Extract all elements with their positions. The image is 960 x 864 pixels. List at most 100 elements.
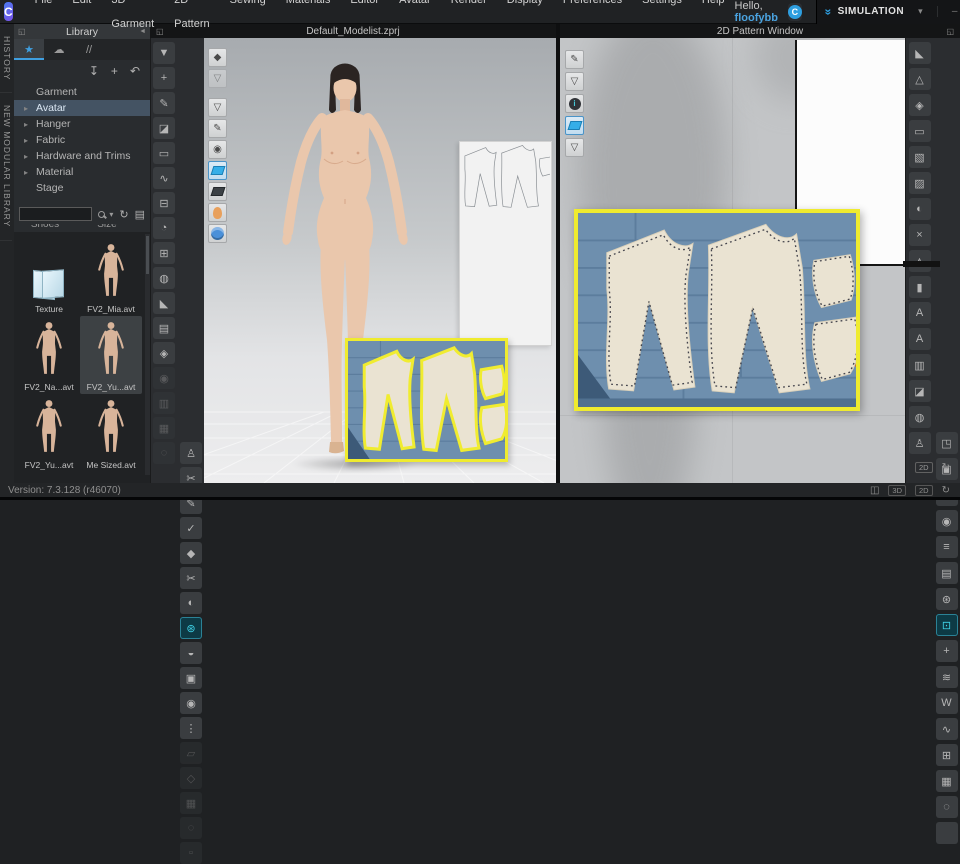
- tool-button[interactable]: ▱: [180, 742, 202, 764]
- show-fabric-icon[interactable]: [208, 161, 227, 180]
- minimize-button[interactable]: –: [948, 6, 960, 17]
- garment-surface-icon[interactable]: ▽: [208, 98, 227, 117]
- menu-item[interactable]: Render: [441, 0, 497, 36]
- menu-item[interactable]: Edit: [62, 0, 101, 36]
- tool-button[interactable]: ◌: [180, 817, 202, 839]
- tool-button[interactable]: ⋮: [180, 717, 202, 739]
- show-avatar-icon[interactable]: ◉: [208, 140, 227, 159]
- tool-button[interactable]: ⊛: [935, 588, 958, 610]
- library-thumbnail[interactable]: FV2_Mia.avt: [80, 238, 142, 316]
- tool-button[interactable]: ⊞: [935, 744, 958, 766]
- tool-button[interactable]: ▧: [908, 146, 931, 168]
- fabric-dark-icon[interactable]: [208, 182, 227, 201]
- tool-button[interactable]: ▦: [935, 770, 958, 792]
- tool-button[interactable]: ⊡: [935, 614, 958, 636]
- tool-button[interactable]: ▤: [153, 317, 175, 339]
- menu-item[interactable]: Avatar: [389, 0, 441, 36]
- tool-button[interactable]: ◒: [180, 642, 202, 664]
- tool-button[interactable]: ▭: [153, 142, 175, 164]
- tool-button[interactable]: ◉: [153, 367, 175, 389]
- menu-item[interactable]: Materials: [276, 0, 341, 36]
- tool-button[interactable]: ◐: [908, 198, 931, 220]
- tool-button[interactable]: ◳: [935, 432, 958, 454]
- tool-button[interactable]: ▫: [180, 842, 202, 864]
- refresh-icon[interactable]: ↻: [942, 485, 950, 496]
- popout-icon[interactable]: ◱: [946, 27, 954, 36]
- menu-item[interactable]: File: [25, 0, 63, 36]
- tool-button[interactable]: ◉: [180, 692, 202, 714]
- library-tab[interactable]: //: [74, 39, 104, 60]
- username[interactable]: floofybb: [735, 12, 778, 24]
- menu-item[interactable]: 3D Garment: [101, 0, 164, 36]
- tool-button[interactable]: ◈: [153, 342, 175, 364]
- library-tree-item[interactable]: ▸ Hanger: [14, 116, 150, 132]
- pattern-2d-canvas[interactable]: ✎ ▽ i ▽: [560, 38, 905, 483]
- tool-button[interactable]: ▤: [935, 562, 958, 584]
- dock-tab[interactable]: NEW MODULAR LIBRARY: [0, 93, 12, 241]
- menu-item[interactable]: 2D Pattern: [164, 0, 219, 36]
- tool-button[interactable]: ◆: [180, 542, 202, 564]
- tool-button[interactable]: ∿: [935, 718, 958, 740]
- search-icon[interactable]: [98, 210, 106, 218]
- refresh-icon[interactable]: ↻: [119, 208, 128, 221]
- menu-item[interactable]: Editor: [340, 0, 389, 36]
- tool-button[interactable]: ⊞: [153, 242, 175, 264]
- library-thumbnail[interactable]: Texture: [18, 238, 80, 316]
- tool-button[interactable]: ◈: [908, 94, 931, 116]
- show-fabric-2d-icon[interactable]: [565, 116, 584, 135]
- tool-button[interactable]: ▭: [908, 120, 931, 142]
- menu-item[interactable]: Sewing: [220, 0, 276, 36]
- search-options-caret[interactable]: ▾: [109, 210, 113, 219]
- tool-button[interactable]: ▥: [153, 392, 175, 414]
- tool-button[interactable]: ◌: [935, 796, 958, 818]
- tool-button[interactable]: ▨: [908, 172, 931, 194]
- tool-button[interactable]: W: [935, 692, 958, 714]
- split-view-icon[interactable]: ◫: [870, 485, 879, 496]
- avatar-head-icon[interactable]: [208, 203, 227, 222]
- tool-button[interactable]: ◌: [153, 442, 175, 464]
- library-tree-item[interactable]: Garment: [14, 84, 150, 100]
- show-garment-icon[interactable]: ▽: [208, 69, 227, 88]
- simulation-dropdown-caret[interactable]: ▾: [918, 6, 923, 17]
- view-3d-button[interactable]: 3D: [888, 484, 907, 496]
- library-tree-item[interactable]: ▸ Fabric: [14, 132, 150, 148]
- dock-tab[interactable]: HISTORY: [0, 24, 12, 94]
- tool-button[interactable]: +: [935, 640, 958, 662]
- tool-button[interactable]: ♙: [908, 432, 931, 454]
- library-action-button[interactable]: +: [111, 64, 118, 78]
- menu-item[interactable]: Settings: [632, 0, 692, 36]
- library-tree-item[interactable]: Stage: [14, 180, 150, 196]
- view-2d-button[interactable]: 2D: [915, 484, 933, 496]
- lock-pattern-icon[interactable]: ▽: [565, 138, 584, 157]
- list-view-icon[interactable]: ▤: [135, 208, 145, 221]
- tool-button[interactable]: ⊟: [153, 192, 175, 214]
- refresh-icon[interactable]: ↻: [942, 462, 950, 473]
- library-action-button[interactable]: ↧: [89, 64, 99, 78]
- tool-button[interactable]: ▮: [908, 276, 931, 298]
- pattern-board[interactable]: [459, 141, 555, 346]
- tool-button[interactable]: ◪: [153, 117, 175, 139]
- cloud-sync-button[interactable]: C: [787, 2, 802, 21]
- tool-button[interactable]: ◣: [908, 42, 931, 64]
- tool-button[interactable]: A: [908, 302, 931, 324]
- library-thumbnail[interactable]: FV2_Yu...avt: [80, 316, 142, 394]
- viewport-3d[interactable]: ◆ ▽ ▽ ✎ ◉: [204, 38, 556, 483]
- library-tab[interactable]: ★: [14, 39, 44, 60]
- tool-button[interactable]: ≡: [935, 536, 958, 558]
- tool-button[interactable]: ∿: [153, 167, 175, 189]
- tool-button[interactable]: ◐: [180, 592, 202, 614]
- texture-paint-icon[interactable]: ✎: [208, 119, 227, 138]
- tool-button[interactable]: ◉: [935, 510, 958, 532]
- tool-button[interactable]: ◍: [908, 406, 931, 428]
- tool-button[interactable]: ♙: [180, 442, 202, 464]
- search-input[interactable]: [19, 207, 93, 221]
- library-tree-item[interactable]: ▸ Material: [14, 164, 150, 180]
- app-logo-icon[interactable]: C: [4, 2, 13, 21]
- tool-button[interactable]: ✓: [180, 517, 202, 539]
- library-thumbnail[interactable]: FV2_Na...avt: [18, 316, 80, 394]
- tool-button[interactable]: ◪: [908, 380, 931, 402]
- show-garment-2d-icon[interactable]: ▽: [565, 72, 584, 91]
- menu-item[interactable]: Display: [497, 0, 553, 36]
- render-style-icon[interactable]: ◆: [208, 48, 227, 67]
- library-tab[interactable]: ☁: [44, 39, 74, 60]
